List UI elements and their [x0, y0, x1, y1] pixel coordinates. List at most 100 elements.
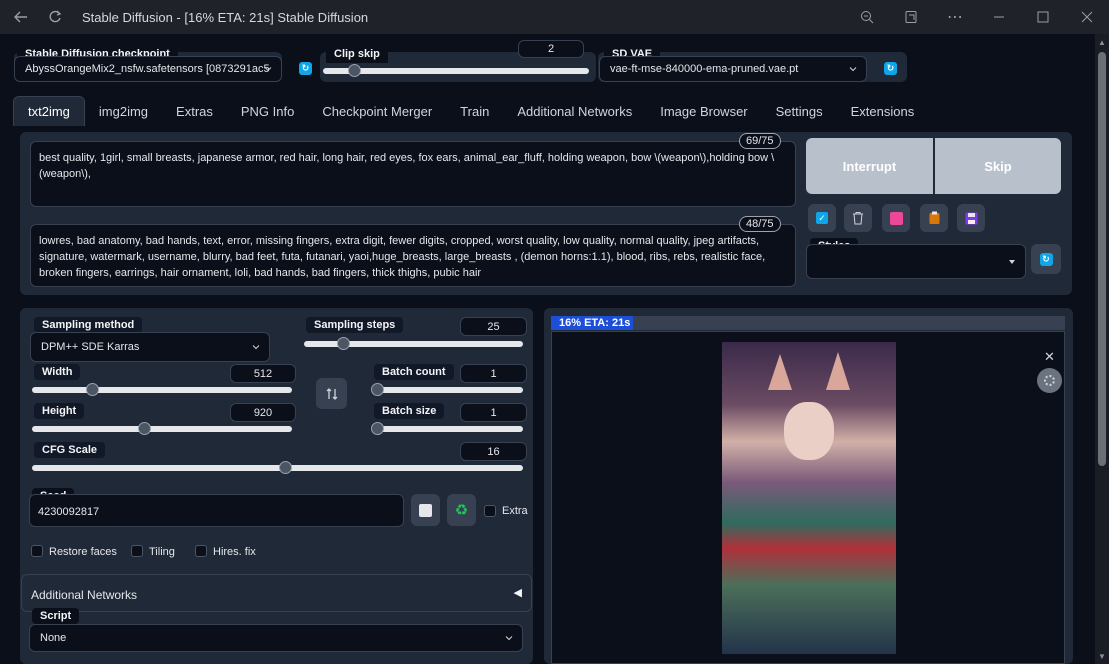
- batch-size-input[interactable]: 1: [460, 403, 527, 422]
- chevron-down-icon: [849, 67, 857, 72]
- trash-icon: [853, 212, 863, 225]
- hires-fix-checkbox[interactable]: [195, 545, 207, 557]
- vae-select[interactable]: vae-ft-mse-840000-ema-pruned.vae.pt: [599, 56, 867, 82]
- seed-value: 4230092817: [38, 505, 100, 518]
- maximize-icon[interactable]: [1021, 0, 1065, 34]
- skip-button[interactable]: Skip: [935, 138, 1061, 194]
- close-preview-icon[interactable]: ✕: [1044, 349, 1055, 365]
- tab-extensions[interactable]: Extensions: [837, 96, 929, 126]
- swap-dimensions-button[interactable]: [316, 378, 347, 409]
- back-icon[interactable]: [4, 0, 38, 34]
- floppy-disk-icon: [965, 212, 977, 224]
- clipboard-icon: [929, 211, 939, 224]
- tab-img2img[interactable]: img2img: [85, 96, 162, 126]
- styles-refresh-button[interactable]: ↻: [1031, 244, 1061, 274]
- extra-seed-checkbox[interactable]: [484, 505, 496, 517]
- sampling-steps-input[interactable]: 25: [460, 317, 527, 336]
- cfg-scale-slider[interactable]: [32, 461, 523, 474]
- checkpoint-value: AbyssOrangeMix2_nsfw.safetensors [087329…: [25, 63, 270, 75]
- window-title: Stable Diffusion - [16% ETA: 21s] Stable…: [82, 9, 369, 25]
- paste-params-button[interactable]: ✓: [808, 204, 836, 232]
- clip-skip-slider[interactable]: [323, 64, 589, 77]
- tiling-checkbox[interactable]: [131, 545, 143, 557]
- save-style-button[interactable]: [957, 204, 985, 232]
- sampling-steps-slider[interactable]: [304, 337, 523, 350]
- checkbox-icon: ✓: [816, 212, 828, 224]
- zoom-icon[interactable]: [845, 0, 889, 34]
- hires-fix-label: Hires. fix: [213, 546, 256, 558]
- more-icon[interactable]: ⋯: [933, 0, 977, 34]
- additional-networks-title: Additional Networks: [31, 588, 138, 602]
- batch-count-input[interactable]: 1: [460, 364, 527, 383]
- scroll-thumb[interactable]: [1098, 52, 1106, 466]
- show-extra-networks-button[interactable]: [882, 204, 910, 232]
- sampling-method-select[interactable]: DPM++ SDE Karras: [30, 332, 270, 362]
- height-thumb[interactable]: [138, 422, 151, 435]
- chevron-down-icon: [505, 636, 513, 641]
- batch-count-thumb[interactable]: [371, 383, 384, 396]
- width-slider[interactable]: [32, 383, 292, 396]
- chevron-down-icon: [252, 345, 260, 350]
- scroll-down-icon[interactable]: ▼: [1098, 652, 1106, 661]
- batch-size-slider[interactable]: [371, 422, 523, 435]
- vae-refresh-icon[interactable]: ↻: [884, 62, 897, 75]
- page-scrollbar[interactable]: ▲ ▼: [1095, 34, 1109, 664]
- prompt-input[interactable]: best quality, 1girl, small breasts, japa…: [30, 141, 796, 207]
- script-value: None: [40, 632, 67, 644]
- interrupt-button[interactable]: Interrupt: [806, 138, 933, 194]
- tab-additional-networks[interactable]: Additional Networks: [503, 96, 646, 126]
- cfg-scale-thumb[interactable]: [279, 461, 292, 474]
- reuse-seed-button[interactable]: ♻: [447, 494, 476, 526]
- progress-bar: 16% ETA: 21s: [551, 316, 1065, 330]
- extra-label: Extra: [502, 505, 528, 517]
- tab-train[interactable]: Train: [446, 96, 503, 126]
- apply-style-button[interactable]: [920, 204, 948, 232]
- negative-prompt-input[interactable]: lowres, bad anatomy, bad hands, text, er…: [30, 224, 796, 287]
- styles-select[interactable]: [806, 244, 1026, 279]
- scroll-up-icon[interactable]: ▲: [1098, 38, 1106, 47]
- script-select[interactable]: None: [29, 624, 523, 652]
- vae-value: vae-ft-mse-840000-ema-pruned.vae.pt: [610, 63, 799, 75]
- width-label: Width: [34, 364, 81, 380]
- close-icon[interactable]: [1065, 0, 1109, 34]
- batch-size-label: Batch size: [374, 403, 445, 419]
- sampling-steps-thumb[interactable]: [337, 337, 350, 350]
- sampling-method-value: DPM++ SDE Karras: [41, 341, 140, 353]
- batch-count-slider[interactable]: [371, 383, 523, 396]
- clip-skip-label: Clip skip: [326, 45, 388, 63]
- main-tabs: txt2img img2img Extras PNG Info Checkpoi…: [13, 96, 928, 126]
- sampling-steps-label: Sampling steps: [306, 317, 404, 333]
- chevron-down-icon: [264, 67, 272, 72]
- batch-size-thumb[interactable]: [371, 422, 384, 435]
- picture-icon: [889, 211, 903, 225]
- seed-input[interactable]: 4230092817: [29, 494, 404, 527]
- checkpoint-refresh-icon[interactable]: ↻: [299, 62, 312, 75]
- clip-skip-input[interactable]: 2: [518, 40, 584, 58]
- generated-image-preview[interactable]: [722, 342, 896, 654]
- dice-icon: [419, 503, 432, 517]
- title-bar: Stable Diffusion - [16% ETA: 21s] Stable…: [0, 0, 1109, 34]
- reload-icon[interactable]: [38, 0, 72, 34]
- tab-image-browser[interactable]: Image Browser: [646, 96, 761, 126]
- height-slider[interactable]: [32, 422, 292, 435]
- height-input[interactable]: 920: [230, 403, 296, 422]
- fullscreen-icon[interactable]: [1037, 368, 1062, 393]
- tab-txt2img[interactable]: txt2img: [13, 96, 85, 126]
- additional-networks-accordion[interactable]: Additional Networks ◀: [21, 574, 532, 612]
- app-icon[interactable]: [889, 0, 933, 34]
- minimize-icon[interactable]: [977, 0, 1021, 34]
- collapse-arrow-icon: ◀: [513, 587, 522, 599]
- tab-png-info[interactable]: PNG Info: [227, 96, 308, 126]
- height-label: Height: [34, 403, 85, 419]
- width-thumb[interactable]: [86, 383, 99, 396]
- random-seed-button[interactable]: [411, 494, 440, 526]
- clear-prompt-button[interactable]: [844, 204, 872, 232]
- tab-settings[interactable]: Settings: [762, 96, 837, 126]
- swap-arrows-icon: [326, 387, 337, 400]
- checkpoint-select[interactable]: AbyssOrangeMix2_nsfw.safetensors [087329…: [14, 56, 282, 82]
- tab-extras[interactable]: Extras: [162, 96, 227, 126]
- tab-checkpoint-merger[interactable]: Checkpoint Merger: [308, 96, 446, 126]
- width-input[interactable]: 512: [230, 364, 296, 383]
- cfg-scale-input[interactable]: 16: [460, 442, 527, 461]
- restore-faces-checkbox[interactable]: [31, 545, 43, 557]
